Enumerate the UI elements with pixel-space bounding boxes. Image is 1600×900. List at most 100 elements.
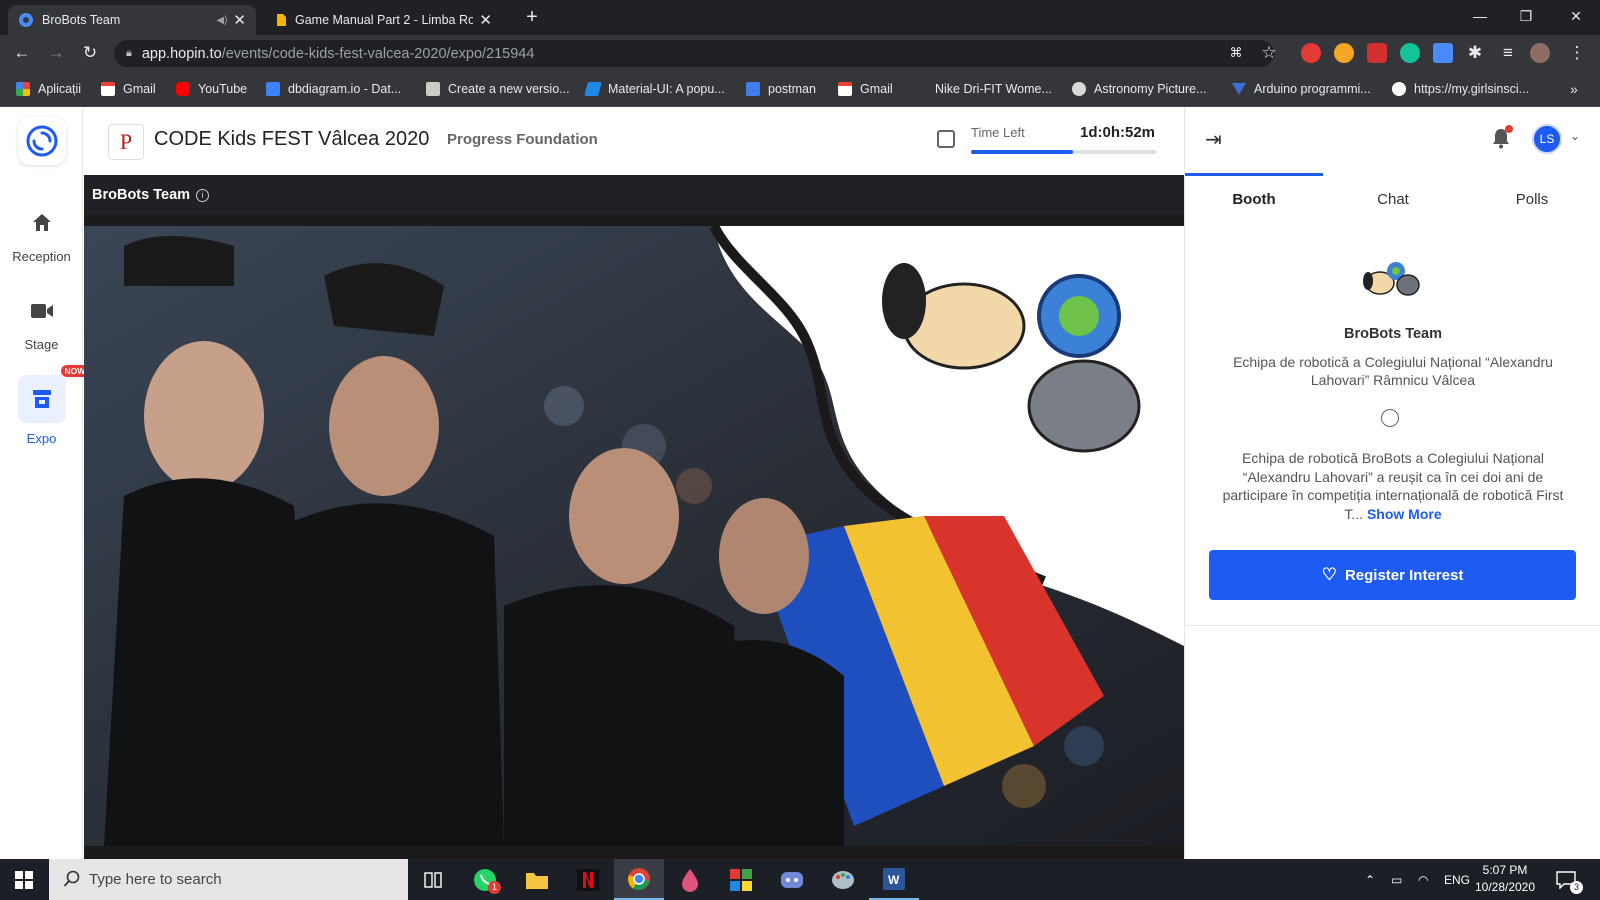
bookmark-item[interactable]: dbdiagram.io - Dat... (266, 80, 401, 98)
extensions-puzzle-icon[interactable]: ✱ (1463, 41, 1487, 65)
address-bar[interactable]: 🔒︎ app.hopin.to/events/code-kids-fest-va… (114, 40, 1274, 67)
clock-time: 5:07 PM (1482, 863, 1528, 877)
windows-start-icon[interactable] (0, 859, 48, 900)
extension-grammarly-icon[interactable] (1400, 43, 1420, 63)
doc-icon (426, 82, 440, 96)
close-tab-icon[interactable]: ✕ (233, 11, 246, 29)
more-bookmarks-icon[interactable]: » (1570, 80, 1578, 98)
tab-polls[interactable]: Polls (1463, 175, 1600, 225)
nav-stage[interactable]: Stage (0, 293, 83, 352)
nav-reception[interactable]: Reception (0, 205, 83, 264)
nav-label: Stage (24, 337, 59, 352)
svg-text:W: W (888, 873, 900, 887)
discord-icon[interactable] (767, 859, 817, 900)
document-favicon-icon (277, 14, 286, 26)
close-window-icon[interactable]: ✕ (1553, 0, 1599, 32)
extension-picker-icon[interactable] (1433, 43, 1453, 63)
extension-adblock-icon[interactable] (1301, 43, 1321, 63)
booth-logo (1363, 262, 1420, 296)
extension-honey-icon[interactable] (1334, 43, 1354, 63)
register-interest-button[interactable]: ♡ Register Interest (1209, 550, 1576, 600)
material-ui-icon (584, 82, 602, 96)
bookmark-label: Material-UI: A popu... (608, 82, 725, 96)
tab-audio-icon[interactable]: ◀) (216, 15, 227, 26)
hopin-favicon-icon (19, 13, 33, 27)
bookmark-item[interactable]: Astronomy Picture... (1072, 80, 1207, 98)
browser-toolbar: ← → ↻ 🔒︎ app.hopin.to/events/code-kids-f… (0, 35, 1600, 71)
bookmark-label: Astronomy Picture... (1094, 82, 1207, 96)
minimize-icon[interactable]: — (1457, 0, 1503, 32)
url-path: /events/code-kids-fest-valcea-2020/expo/… (221, 45, 535, 62)
new-tab-icon[interactable]: + (520, 6, 544, 29)
hopin-logo[interactable] (18, 117, 66, 165)
bookmark-item[interactable]: Arduino programmi... (1232, 80, 1371, 98)
register-label: Register Interest (1344, 566, 1464, 584)
divider (1185, 625, 1600, 626)
chevron-down-icon[interactable]: ⌄ (1570, 129, 1580, 143)
media-queue-icon[interactable]: ≡ (1496, 41, 1520, 65)
reload-icon[interactable]: ↻ (78, 41, 102, 65)
whatsapp-icon[interactable]: 1 (460, 859, 510, 900)
bookmark-star-icon[interactable]: ☆ (1257, 41, 1281, 65)
colorful-grid-app-icon[interactable] (716, 859, 766, 900)
bookmark-item[interactable]: https://my.girlsinsci... (1392, 80, 1529, 98)
gmail-icon (838, 82, 852, 96)
tab-label: Booth (1232, 191, 1276, 208)
booth-description: Echipa de robotică BroBots a Colegiului … (1213, 449, 1573, 523)
bookmark-item[interactable]: Nike Dri-FIT Wome... (913, 80, 1052, 98)
bookmark-item[interactable]: YouTube (176, 80, 247, 98)
netflix-icon[interactable] (563, 859, 613, 900)
time-left-value: 1d:0h:52m (1080, 124, 1156, 141)
url-host: app.hopin.to (141, 45, 222, 62)
close-tab-icon[interactable]: ✕ (479, 11, 492, 29)
bookmark-item[interactable]: Material-UI: A popu... (584, 80, 725, 98)
back-icon[interactable]: ← (10, 41, 34, 65)
word-icon[interactable]: W (869, 859, 919, 900)
event-title: CODE Kids FEST Vâlcea 2020 (154, 128, 430, 150)
chrome-icon[interactable] (614, 859, 664, 900)
tab-brobots[interactable]: BroBots Team ◀) ✕ (8, 5, 256, 35)
wifi-icon[interactable]: ◠ (1418, 859, 1428, 900)
calendar-icon[interactable] (937, 130, 955, 148)
booth-stage: BroBots Team i (84, 175, 1184, 859)
nike-icon (913, 82, 927, 96)
restore-icon[interactable]: ❐ (1503, 0, 1549, 32)
gmail-icon (101, 82, 115, 96)
notification-center-icon[interactable]: 3 (1556, 859, 1583, 900)
website-globe-icon[interactable] (1381, 409, 1399, 427)
organizer-name[interactable]: Progress Foundation (447, 131, 598, 148)
dbdiagram-icon (266, 82, 280, 96)
battery-icon[interactable]: ▭ (1391, 859, 1402, 900)
bookmark-item[interactable]: Create a new versio... (426, 80, 570, 98)
arduino-icon (1232, 83, 1246, 95)
paint-palette-icon[interactable] (818, 859, 868, 900)
organizer-logo[interactable]: P (108, 124, 144, 160)
taskbar-search-box[interactable]: Type here to search (49, 859, 408, 900)
bookmark-item[interactable]: postman (746, 80, 816, 98)
nav-expo[interactable]: NOW Expo (0, 365, 90, 446)
user-avatar[interactable]: LS (1532, 124, 1562, 154)
tab-booth[interactable]: Booth (1185, 173, 1323, 225)
notification-count-badge: 3 (1570, 881, 1583, 894)
system-clock[interactable]: 5:07 PM 10/28/2020 (1470, 862, 1540, 896)
color-drop-app-icon[interactable] (665, 859, 715, 900)
extension-player-icon[interactable] (1367, 43, 1387, 63)
file-explorer-icon[interactable] (512, 859, 562, 900)
collapse-panel-icon[interactable]: ⇥ (1205, 127, 1222, 152)
info-icon[interactable]: i (196, 188, 210, 202)
bookmark-item[interactable]: Gmail (101, 80, 156, 98)
task-view-icon[interactable] (408, 859, 458, 900)
tab-game-manual[interactable]: Game Manual Part 2 - Limba Rom ✕ (265, 5, 502, 35)
time-progress-fill (971, 150, 1074, 154)
language-indicator[interactable]: ENG (1444, 859, 1470, 900)
profile-avatar-icon[interactable] (1530, 43, 1550, 63)
left-nav: Reception Stage NOW Expo (0, 107, 90, 859)
tray-show-hidden-icon[interactable]: ⌃ (1365, 859, 1375, 900)
translate-icon[interactable]: ⌘ (1224, 41, 1248, 65)
show-more-link[interactable]: Show More (1367, 506, 1442, 522)
menu-kebab-icon[interactable]: ⋮ (1565, 41, 1589, 65)
bookmark-item[interactable]: Aplicații (16, 80, 81, 98)
forward-icon[interactable]: → (44, 41, 68, 65)
bookmark-item[interactable]: Gmail (838, 80, 893, 98)
tab-chat[interactable]: Chat (1324, 175, 1462, 225)
